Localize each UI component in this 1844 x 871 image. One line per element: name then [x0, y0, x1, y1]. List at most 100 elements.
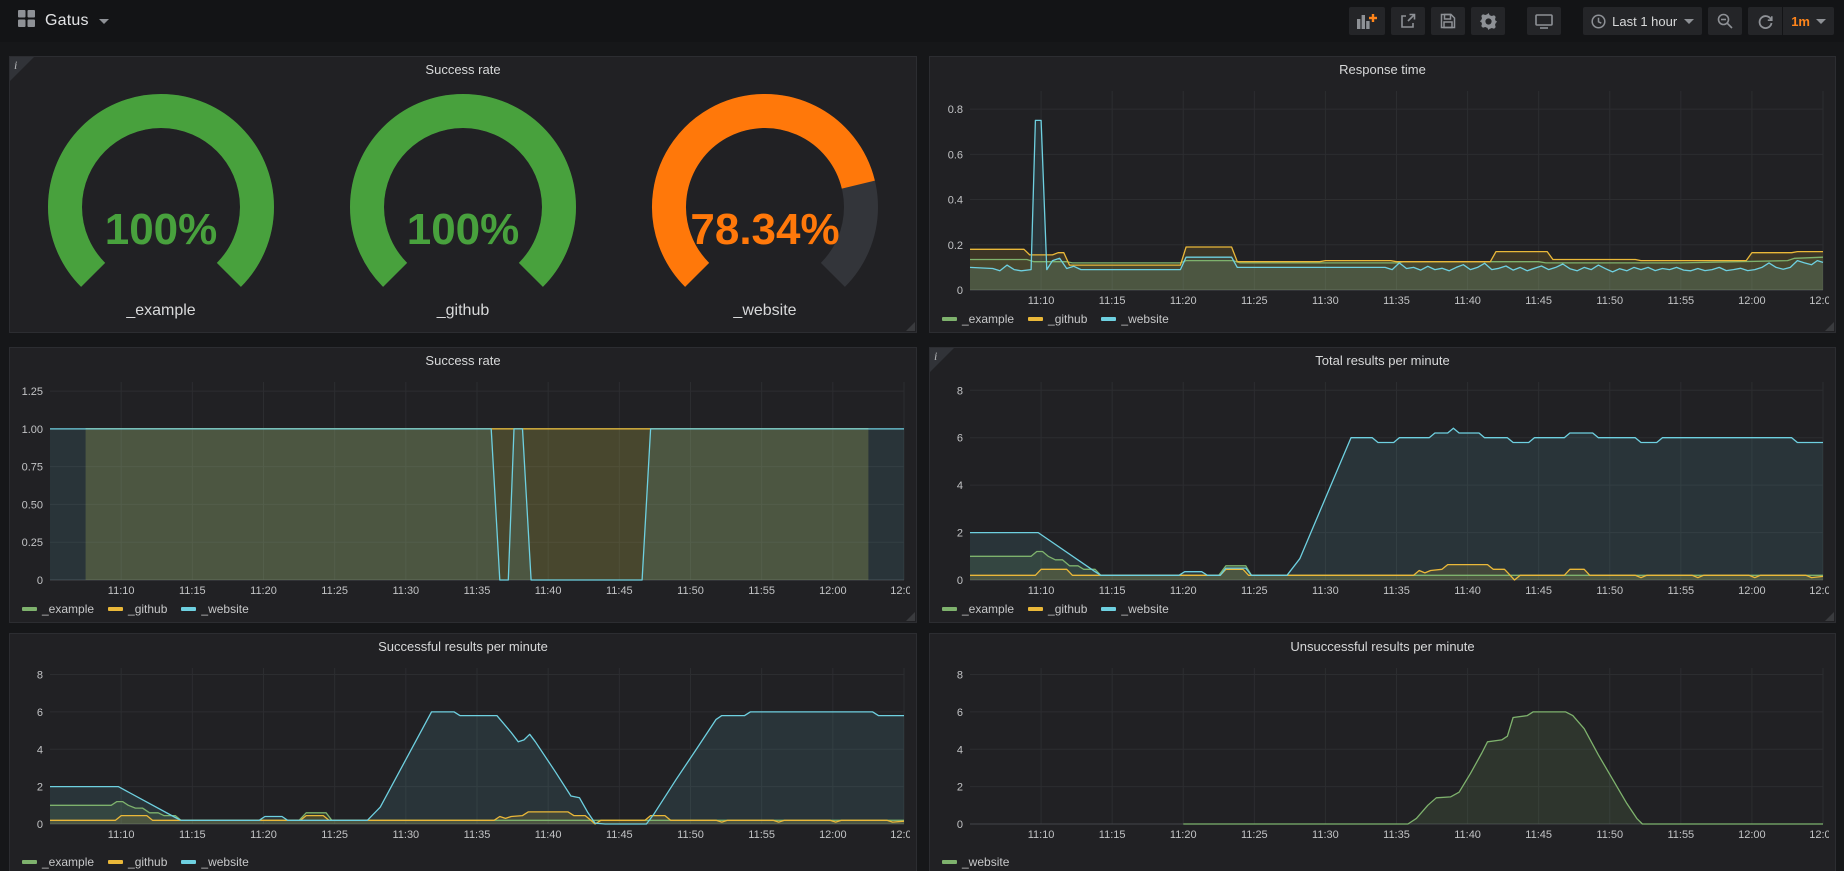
panel-title[interactable]: Success rate	[10, 57, 916, 83]
y-tick-label: 0	[37, 819, 43, 831]
gauge-_github: 100%_github	[338, 92, 588, 320]
time-range-picker[interactable]: Last 1 hour	[1583, 7, 1702, 35]
gauge-value-text: 100%	[407, 205, 520, 254]
x-tick-label: 11:50	[677, 585, 704, 597]
legend-item-_github[interactable]: _github	[1028, 312, 1087, 326]
legend-label: _github	[128, 602, 167, 616]
x-tick-label: 12:00	[819, 829, 847, 841]
y-tick-label: 0.75	[22, 462, 43, 474]
legend-item-_website[interactable]: _website	[181, 602, 248, 616]
legend-swatch	[181, 607, 196, 611]
y-tick-label: 0.6	[948, 149, 963, 161]
save-button[interactable]	[1431, 7, 1465, 35]
legend-item-_example[interactable]: _example	[942, 602, 1014, 616]
refresh-button[interactable]	[1748, 7, 1782, 35]
legend-item-_github[interactable]: _github	[1028, 602, 1087, 616]
legend-item-_example[interactable]: _example	[22, 855, 94, 869]
chart-legend: _example _github _website	[942, 601, 1169, 617]
x-tick-label: 11:40	[1454, 585, 1481, 597]
chart-canvas: 00.250.500.751.001.2511:1011:1511:2011:2…	[14, 376, 910, 598]
x-tick-label: 11:10	[108, 829, 135, 841]
x-tick-label: 11:55	[1667, 295, 1694, 307]
x-tick-label: 11:50	[1596, 585, 1623, 597]
successful-results-chart[interactable]: 0246811:1011:1511:2011:2511:3011:3511:40…	[14, 662, 910, 842]
legend-item-_example[interactable]: _example	[942, 312, 1014, 326]
y-tick-label: 0	[957, 819, 963, 831]
panel-title[interactable]: Successful results per minute	[10, 634, 916, 660]
y-tick-label: 6	[957, 433, 963, 445]
panel-resize-handle[interactable]	[906, 612, 915, 621]
navbar: Gatus Last 1 hou	[0, 0, 1844, 42]
panel-info-icon[interactable]: i	[930, 348, 954, 372]
x-tick-label: 11:40	[535, 829, 562, 841]
panel-resize-handle[interactable]	[1825, 612, 1834, 621]
panel-title[interactable]: Response time	[930, 57, 1835, 83]
series-fill-_website	[50, 429, 904, 580]
y-tick-label: 0.2	[948, 240, 963, 252]
y-tick-label: 0.50	[22, 499, 43, 511]
legend-item-_website[interactable]: _website	[1101, 602, 1168, 616]
x-tick-label: 11:40	[1454, 829, 1481, 841]
x-tick-label: 12:05	[1809, 295, 1829, 307]
x-tick-label: 12:00	[819, 585, 847, 597]
response-time-chart[interactable]: 00.20.40.60.811:1011:1511:2011:2511:3011…	[934, 85, 1829, 308]
x-tick-label: 11:25	[1241, 829, 1268, 841]
y-tick-label: 0	[957, 285, 963, 297]
gauge-_example: 100%_example	[36, 92, 286, 320]
settings-gear-button[interactable]	[1471, 7, 1505, 35]
x-tick-label: 11:30	[1312, 585, 1339, 597]
y-tick-label: 2	[957, 528, 963, 540]
x-tick-label: 11:25	[321, 585, 348, 597]
panel-resize-handle[interactable]	[906, 322, 915, 331]
add-panel-button[interactable]	[1349, 7, 1385, 35]
y-tick-label: 6	[957, 707, 963, 719]
panel-info-icon[interactable]: i	[10, 57, 34, 81]
panel-total-results: i Total results per minute 0246811:1011:…	[929, 347, 1836, 623]
chart-canvas: 0246811:1011:1511:2011:2511:3011:3511:40…	[14, 662, 910, 842]
y-tick-label: 4	[37, 744, 43, 756]
y-tick-label: 0.25	[22, 537, 43, 549]
chevron-down-icon	[99, 19, 109, 24]
legend-item-_github[interactable]: _github	[108, 602, 167, 616]
legend-swatch	[1028, 317, 1043, 321]
legend-swatch	[942, 607, 957, 611]
gauge-value-text: 100%	[105, 205, 218, 254]
panel-title[interactable]: Success rate	[10, 348, 916, 374]
zoom-out-button[interactable]	[1708, 7, 1742, 35]
x-tick-label: 11:45	[1525, 829, 1552, 841]
x-tick-label: 11:45	[1525, 585, 1552, 597]
dashboard-title[interactable]: Gatus	[45, 12, 89, 30]
legend-label: _example	[962, 602, 1014, 616]
unsuccessful-results-chart[interactable]: 0246811:1011:1511:2011:2511:3011:3511:40…	[934, 662, 1829, 842]
x-tick-label: 11:25	[321, 829, 348, 841]
x-tick-label: 11:35	[464, 829, 491, 841]
x-tick-label: 11:55	[748, 585, 775, 597]
tv-cycle-button[interactable]	[1527, 7, 1561, 35]
x-tick-label: 11:45	[606, 585, 633, 597]
legend-swatch	[108, 607, 123, 611]
success-rate-chart[interactable]: 00.250.500.751.001.2511:1011:1511:2011:2…	[14, 376, 910, 598]
dashboards-grid-icon[interactable]	[18, 10, 35, 32]
refresh-interval-picker[interactable]: 1m	[1783, 7, 1834, 35]
legend-item-_website[interactable]: _website	[181, 855, 248, 869]
x-tick-label: 11:35	[1383, 295, 1410, 307]
legend-item-_github[interactable]: _github	[108, 855, 167, 869]
x-tick-label: 11:30	[1312, 829, 1339, 841]
legend-item-_website[interactable]: _website	[1101, 312, 1168, 326]
x-tick-label: 11:10	[1028, 829, 1055, 841]
x-tick-label: 12:05	[1809, 585, 1829, 597]
panel-title[interactable]: Unsuccessful results per minute	[930, 634, 1835, 660]
x-tick-label: 11:15	[179, 829, 206, 841]
panel-success-rate-timeseries: Success rate 00.250.500.751.001.2511:101…	[9, 347, 917, 623]
legend-item-_example[interactable]: _example	[22, 602, 94, 616]
legend-label: _website	[1121, 602, 1168, 616]
share-button[interactable]	[1391, 7, 1425, 35]
x-tick-label: 11:15	[1099, 585, 1126, 597]
legend-item-_website[interactable]: _website	[942, 855, 1009, 869]
dashboard-picker[interactable]: Gatus	[18, 10, 109, 32]
panel-resize-handle[interactable]	[1825, 322, 1834, 331]
total-results-chart[interactable]: 0246811:1011:1511:2011:2511:3011:3511:40…	[934, 376, 1829, 598]
x-tick-label: 12:00	[1738, 295, 1766, 307]
panel-title[interactable]: Total results per minute	[930, 348, 1835, 374]
gauge-group: 100%_example100%_github78.34%_website	[10, 85, 916, 326]
